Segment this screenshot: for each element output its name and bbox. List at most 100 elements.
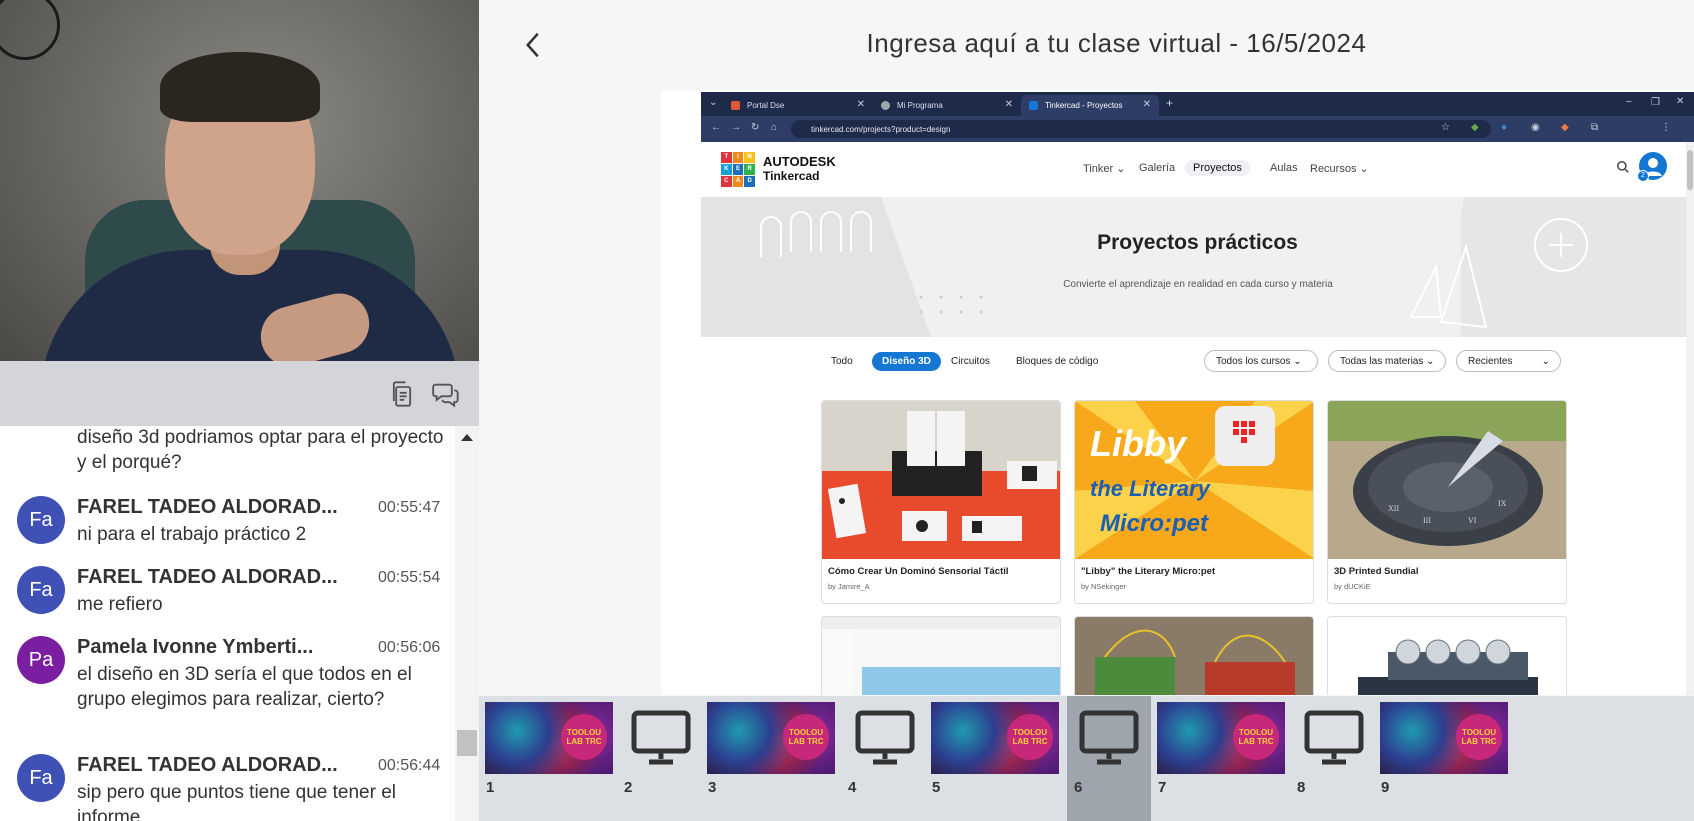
slide-number: 2 — [624, 779, 633, 796]
slide-number: 4 — [848, 779, 857, 796]
extensions-puzzle-icon[interactable]: ⧉ — [1591, 122, 1598, 133]
project-card[interactable]: XII III VI IX 3D Printed Sundial by dUCKiE — [1327, 400, 1567, 604]
project-card[interactable] — [821, 616, 1061, 695]
nav-proyectos[interactable]: Proyectos — [1185, 160, 1250, 176]
sender-name: FAREL TADEO ALDORAD... — [77, 496, 338, 518]
slide-thumbnail[interactable]: TOOLOU LAB TRC 7 — [1151, 696, 1289, 821]
slide-thumbnail[interactable]: 8 — [1290, 696, 1374, 821]
slide-number: 6 — [1074, 779, 1083, 796]
url-field[interactable]: tinkercad.com/projects?product=design — [791, 120, 1491, 138]
tinkercad-logo[interactable]: T I N K E R C A D — [721, 152, 755, 187]
extension-icon[interactable]: ◉ — [1531, 122, 1540, 133]
project-image — [822, 401, 1060, 559]
project-card[interactable] — [1327, 616, 1567, 695]
chat-scrollbar[interactable] — [455, 426, 479, 821]
slide-thumbnail[interactable]: 4 — [841, 696, 925, 821]
project-title[interactable]: 3D Printed Sundial — [1334, 566, 1418, 577]
address-bar: ← → ↻ ⌂ tinkercad.com/projects?product=d… — [701, 116, 1694, 142]
project-card[interactable] — [1074, 616, 1314, 695]
nav-tinker[interactable]: Tinker ⌄ — [1083, 162, 1125, 175]
slide-image: TOOLOU LAB TRC — [1157, 702, 1285, 774]
slide-thumbnail-selected[interactable]: 6 — [1067, 696, 1151, 821]
slide-thumbnail[interactable]: TOOLOU LAB TRC 3 — [701, 696, 839, 821]
project-title[interactable]: "Libby" the Literary Micro:pet — [1081, 566, 1215, 577]
hero-subtitle: Convierte el aprendizaje en realidad en … — [1063, 279, 1333, 290]
filter-tab-diseno-3d[interactable]: Diseño 3D — [872, 352, 941, 371]
subject-select[interactable]: Todas las materias ⌄ — [1328, 350, 1446, 372]
scrollbar-thumb[interactable] — [457, 730, 477, 756]
project-image — [822, 617, 1060, 695]
slide-image: TOOLOU LAB TRC — [931, 702, 1059, 774]
page-scrollbar[interactable] — [1686, 142, 1694, 695]
browser-tab-active[interactable]: Tinkercad - Proyectos ✕ — [1021, 95, 1159, 116]
slide-logo: TOOLOU LAB TRC — [1456, 714, 1502, 760]
slide-thumbnail[interactable]: 2 — [617, 696, 701, 821]
slide-logo: TOOLOU LAB TRC — [1233, 714, 1279, 760]
meeting-title: Ingresa aquí a tu clase virtual - 16/5/2… — [866, 28, 1367, 58]
browser-tab[interactable]: Portal Dse ✕ — [723, 95, 873, 116]
tab-menu-icon[interactable]: ⌄ — [709, 97, 717, 108]
main-stage: Ingresa aquí a tu clase virtual - 16/5/2… — [479, 0, 1694, 821]
back-icon[interactable]: ← — [711, 122, 721, 133]
nav-aulas[interactable]: Aulas — [1270, 162, 1298, 174]
project-author[interactable]: by NSekinger — [1081, 582, 1126, 591]
svg-text:XII: XII — [1388, 504, 1399, 513]
browser-menu-icon[interactable]: ⋮ — [1661, 122, 1671, 133]
slide-thumbnail[interactable]: TOOLOU LAB TRC 1 — [479, 696, 617, 821]
project-author[interactable]: by dUCKiE — [1334, 582, 1371, 591]
project-title[interactable]: Cómo Crear Un Dominó Sensorial Táctil — [828, 566, 1009, 577]
bookmark-star-icon[interactable]: ☆ — [1441, 122, 1450, 133]
close-tab-icon[interactable]: ✕ — [857, 99, 865, 110]
scroll-up-icon[interactable] — [461, 434, 473, 441]
filter-tab-bloques[interactable]: Bloques de código — [1016, 356, 1098, 367]
message-time: 00:56:06 — [378, 639, 441, 656]
project-card[interactable]: Libby the Literary Micro:pet "Libby" the… — [1074, 400, 1314, 604]
maximize-icon[interactable]: ❐ — [1651, 97, 1660, 108]
window-close-icon[interactable]: ✕ — [1676, 96, 1684, 107]
search-icon[interactable] — [1616, 160, 1630, 174]
slide-thumbnail[interactable]: TOOLOU LAB TRC 5 — [925, 696, 1063, 821]
filter-tab-circuitos[interactable]: Circuitos — [951, 356, 990, 367]
favicon-icon — [1029, 101, 1038, 110]
project-card[interactable]: Cómo Crear Un Dominó Sensorial Táctil by… — [821, 400, 1061, 604]
sort-select[interactable]: Recientes ⌄ — [1456, 350, 1561, 372]
close-tab-icon[interactable]: ✕ — [1143, 99, 1151, 110]
home-icon[interactable]: ⌂ — [771, 122, 777, 133]
sender-name: FAREL TADEO ALDORAD... — [77, 566, 338, 588]
browser-tab-bar: ⌄ Portal Dse ✕ Mi Programa ✕ Tinkercad -… — [701, 92, 1694, 116]
message-time: 00:55:47 — [378, 499, 441, 516]
forward-icon[interactable]: → — [731, 122, 741, 133]
extension-icon[interactable]: ● — [1501, 122, 1507, 133]
slide-logo: TOOLOU LAB TRC — [1007, 714, 1053, 760]
project-author[interactable]: by Jamire_A — [828, 582, 870, 591]
svg-text:VI: VI — [1468, 516, 1477, 525]
close-tab-icon[interactable]: ✕ — [1005, 99, 1013, 110]
new-tab-icon[interactable]: + — [1166, 96, 1173, 110]
nav-galeria[interactable]: Galería — [1139, 162, 1175, 174]
slide-image: TOOLOU LAB TRC — [707, 702, 835, 774]
reload-icon[interactable]: ↻ — [751, 122, 759, 133]
project-image: XII III VI IX — [1328, 401, 1566, 559]
extension-icon[interactable]: ◆ — [1561, 122, 1569, 133]
course-select[interactable]: Todos los cursos ⌄ — [1204, 350, 1318, 372]
project-image — [1075, 617, 1313, 695]
browser-tab[interactable]: Mi Programa ✕ — [873, 95, 1021, 116]
slide-thumbnail[interactable]: TOOLOU LAB TRC 9 — [1374, 696, 1512, 821]
copy-icon[interactable] — [388, 380, 416, 408]
filter-tab-todo[interactable]: Todo — [831, 356, 853, 367]
hero-title: Proyectos prácticos — [1097, 231, 1298, 254]
page-scrollbar-thumb[interactable] — [1687, 150, 1693, 190]
hero-decoration — [701, 197, 1694, 337]
nav-recursos[interactable]: Recursos ⌄ — [1310, 162, 1369, 175]
slide-number: 5 — [932, 779, 941, 796]
monitor-icon — [1079, 710, 1139, 765]
monitor-icon — [631, 710, 691, 765]
message-text: me refiero — [77, 594, 163, 615]
user-avatar[interactable]: 2 — [1637, 152, 1667, 182]
monitor-icon — [1304, 710, 1364, 765]
favicon-icon — [731, 101, 740, 110]
minimize-icon[interactable]: – — [1626, 96, 1632, 107]
slide-logo: TOOLOU LAB TRC — [783, 714, 829, 760]
extension-icon[interactable]: ◆ — [1471, 122, 1479, 133]
chat-bubbles-icon[interactable] — [432, 380, 460, 408]
